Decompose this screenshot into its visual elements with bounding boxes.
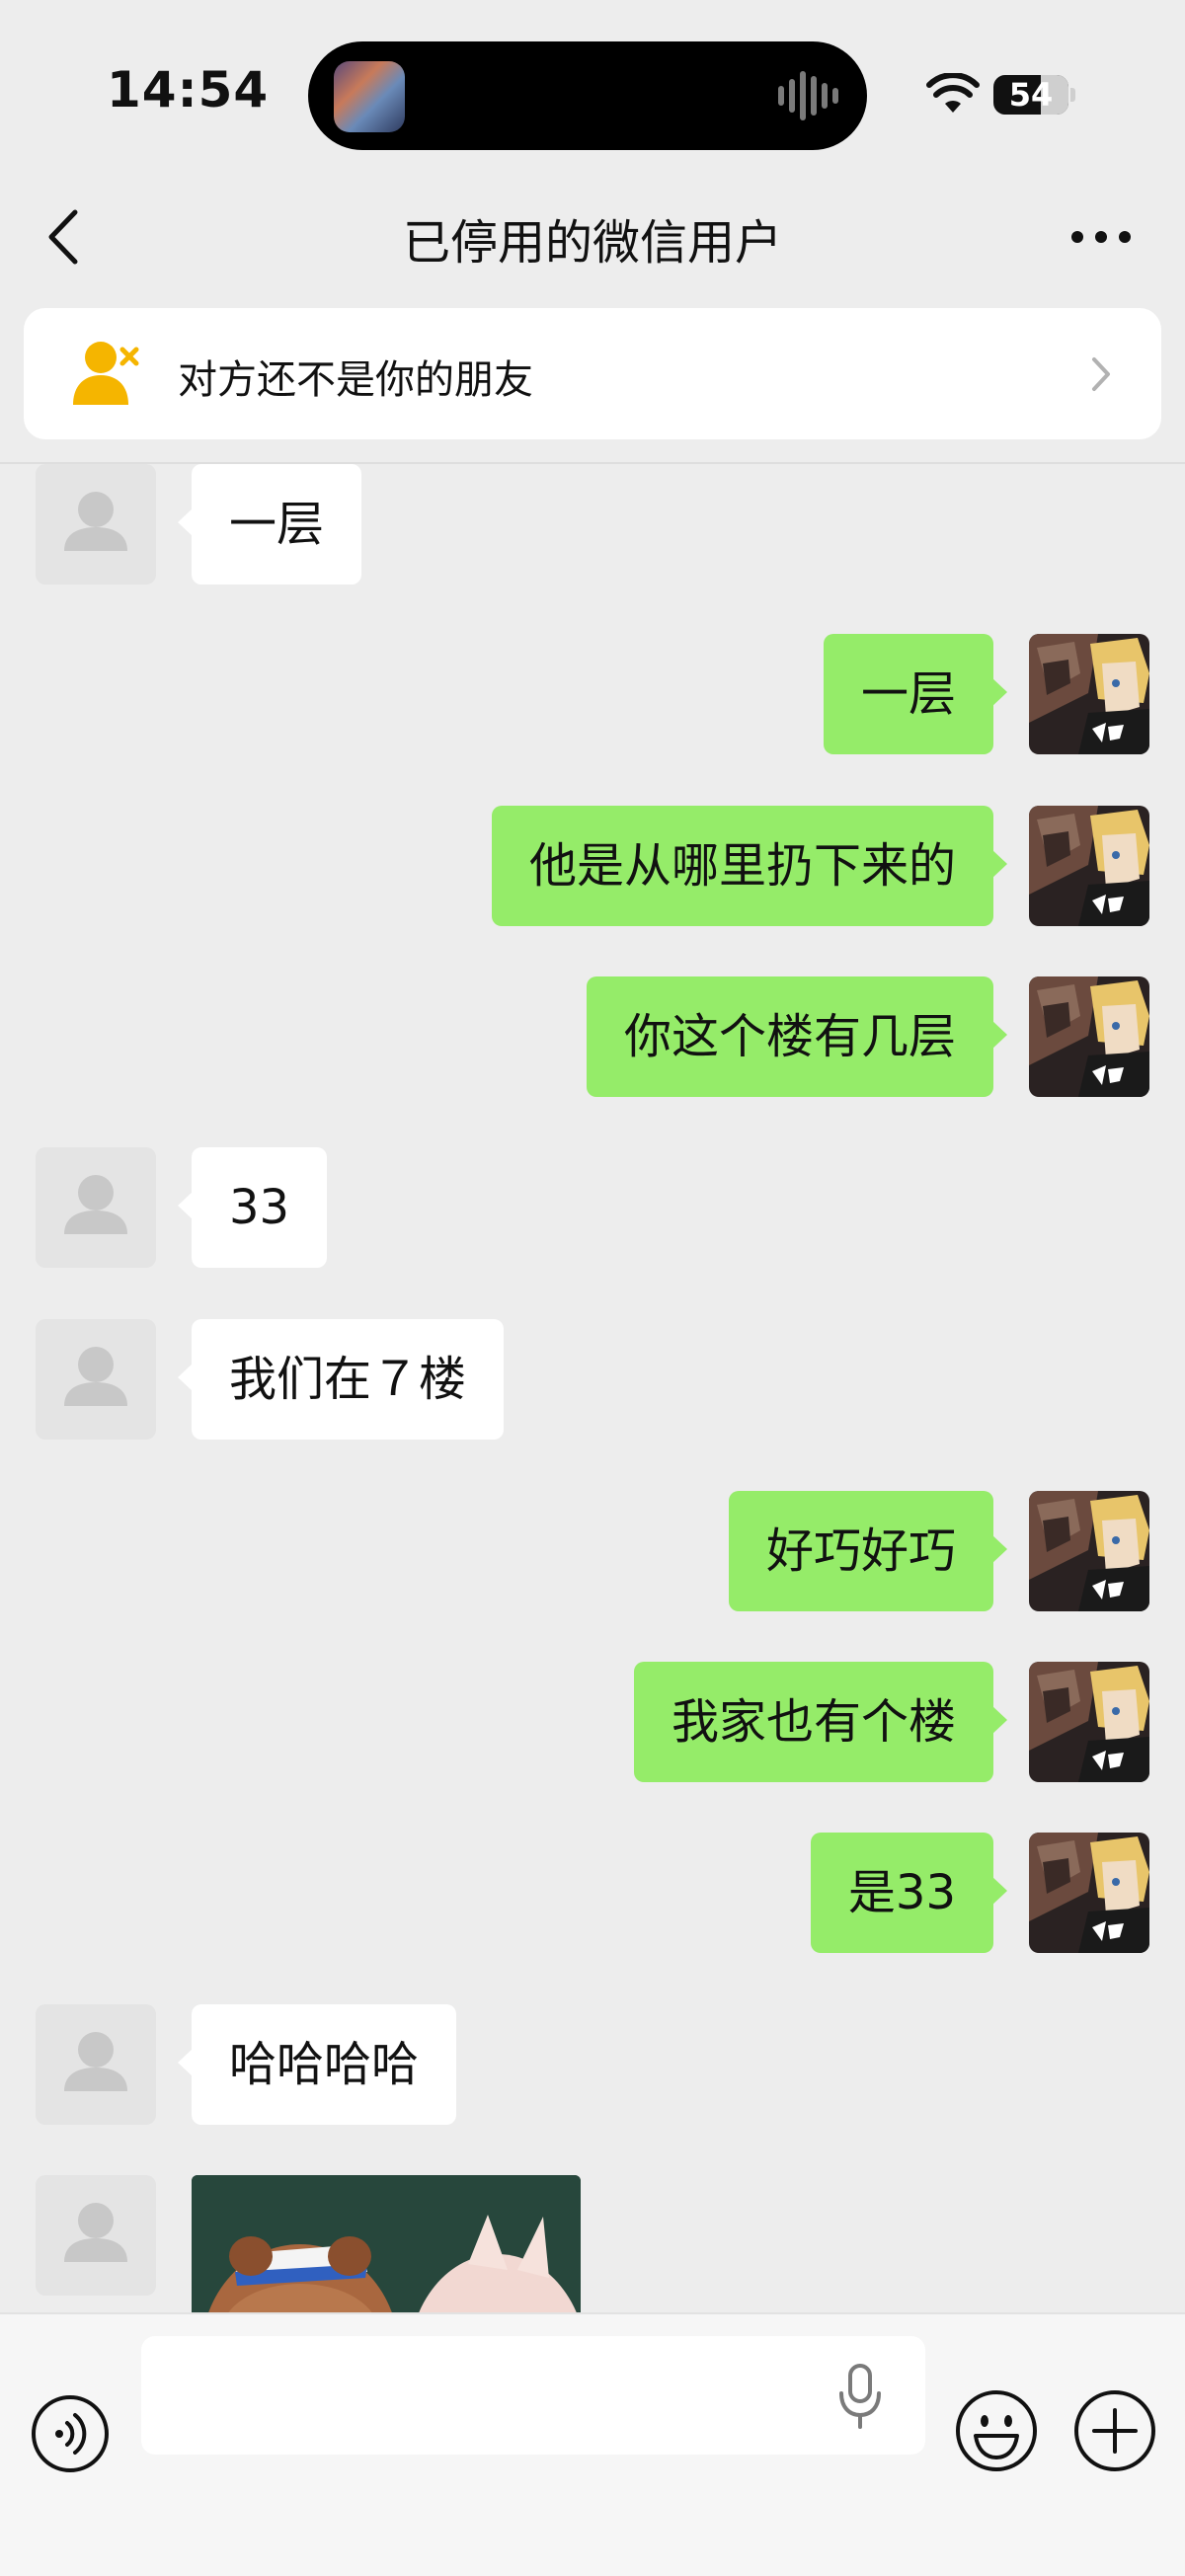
chat-title: 已停用的微信用户	[402, 215, 782, 271]
anime-avatar-image	[1029, 1662, 1149, 1782]
message-bubble[interactable]: 我们在７楼	[177, 1319, 505, 1440]
emoji-icon[interactable]	[954, 2388, 1039, 2473]
default-avatar-icon	[64, 1175, 127, 1234]
chevron-right-icon	[1092, 357, 1110, 391]
dynamic-island[interactable]	[308, 41, 867, 150]
outgoing-message: 你这个楼有几层	[0, 976, 1185, 1097]
incoming-message: 我们在７楼	[0, 1319, 1185, 1440]
default-avatar-icon	[64, 492, 127, 551]
battery-level: 54	[1008, 76, 1054, 114]
default-avatar-icon	[64, 1347, 127, 1406]
default-avatar-icon	[64, 2203, 127, 2262]
anime-avatar-image	[1029, 1491, 1149, 1611]
anime-avatar-image	[1029, 806, 1149, 926]
my-avatar[interactable]	[1029, 976, 1149, 1097]
my-avatar[interactable]	[1029, 634, 1149, 754]
battery-indicator: 54	[993, 75, 1068, 115]
input-bar	[0, 2312, 1185, 2576]
contact-avatar[interactable]	[36, 1319, 156, 1440]
outgoing-message: 是33	[0, 1833, 1185, 1953]
microphone-icon[interactable]	[837, 2362, 883, 2431]
outgoing-message: 我家也有个楼	[0, 1662, 1185, 1782]
audio-waveform-icon	[778, 71, 839, 120]
chat-area[interactable]: 一层 一层 他是从哪里扔下来的 你这个楼有几层 33 我们在７楼 好巧好巧 我家也有个楼 是33…	[0, 464, 1185, 2312]
not-friend-banner[interactable]: 对方还不是你的朋友	[24, 308, 1161, 439]
nav-bar: 已停用的微信用户	[0, 178, 1185, 296]
message-bubble[interactable]: 一层	[177, 464, 362, 585]
status-time: 14:54	[107, 61, 270, 118]
person-remove-icon	[73, 342, 139, 405]
wifi-icon	[926, 73, 980, 113]
outgoing-message: 一层	[0, 634, 1185, 754]
outgoing-message: 好巧好巧	[0, 1491, 1185, 1611]
anime-avatar-image	[1029, 1833, 1149, 1953]
not-friend-text: 对方还不是你的朋友	[178, 357, 533, 403]
my-avatar[interactable]	[1029, 1662, 1149, 1782]
anime-avatar-image	[1029, 634, 1149, 754]
battery-tip	[1070, 88, 1075, 102]
my-avatar[interactable]	[1029, 806, 1149, 926]
plush-bears-sticker	[192, 2175, 581, 2312]
default-avatar-icon	[64, 2032, 127, 2091]
message-bubble[interactable]: 好巧好巧	[728, 1491, 1008, 1611]
sticker-image[interactable]	[192, 2175, 581, 2312]
message-input[interactable]	[141, 2336, 925, 2455]
more-dots-icon[interactable]	[1066, 217, 1136, 257]
message-bubble[interactable]: 是33	[810, 1833, 1008, 1953]
voice-mode-icon[interactable]	[30, 2393, 111, 2474]
message-bubble[interactable]: 哈哈哈哈	[177, 2004, 457, 2125]
message-bubble[interactable]: 他是从哪里扔下来的	[491, 806, 1008, 926]
my-avatar[interactable]	[1029, 1491, 1149, 1611]
incoming-message: 一层	[0, 464, 1185, 585]
incoming-message: 哈哈哈哈	[0, 2004, 1185, 2125]
contact-avatar[interactable]	[36, 464, 156, 585]
incoming-message	[0, 2175, 1185, 2312]
contact-avatar[interactable]	[36, 2175, 156, 2296]
plus-circle-icon[interactable]	[1072, 2388, 1157, 2473]
now-playing-artwork	[334, 61, 405, 132]
incoming-message: 33	[0, 1147, 1185, 1268]
message-bubble[interactable]: 你这个楼有几层	[586, 976, 1008, 1097]
contact-avatar[interactable]	[36, 1147, 156, 1268]
outgoing-message: 他是从哪里扔下来的	[0, 806, 1185, 926]
my-avatar[interactable]	[1029, 1833, 1149, 1953]
message-bubble[interactable]: 一层	[823, 634, 1008, 754]
message-bubble[interactable]: 我家也有个楼	[633, 1662, 1008, 1782]
anime-avatar-image	[1029, 976, 1149, 1097]
status-bar: 14:54 54	[0, 0, 1185, 178]
message-bubble[interactable]: 33	[177, 1147, 328, 1268]
contact-avatar[interactable]	[36, 2004, 156, 2125]
